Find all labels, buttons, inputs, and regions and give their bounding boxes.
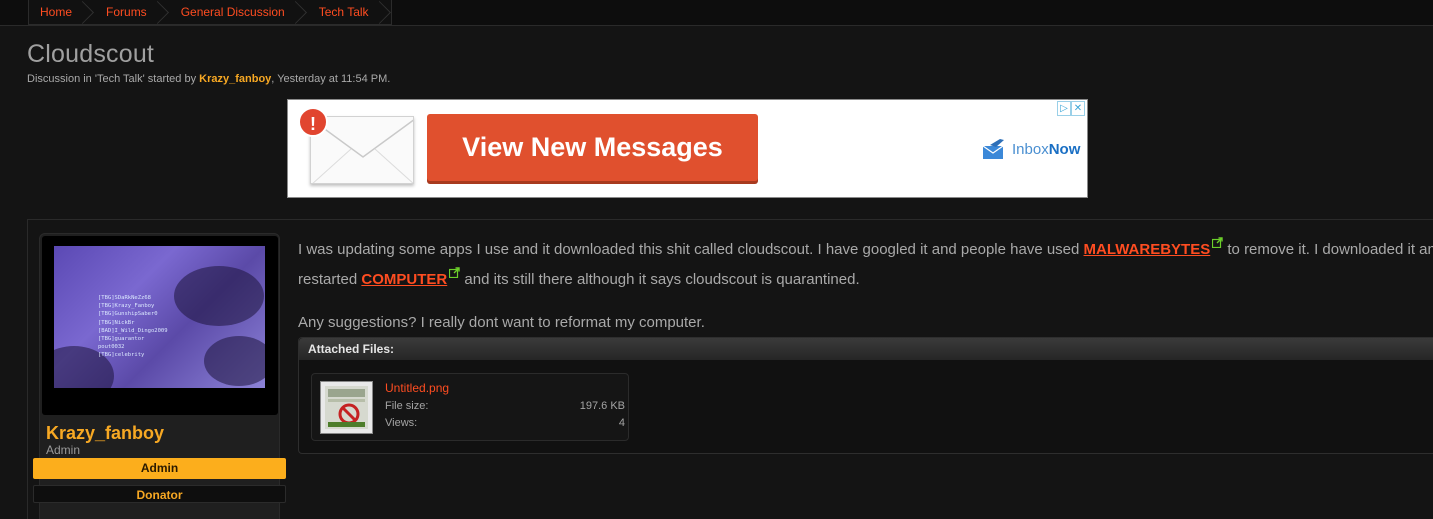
post-content: I was updating some apps I use and it do… <box>298 232 1433 335</box>
breadcrumb-forums[interactable]: Forums <box>94 0 169 25</box>
avatar-shape <box>174 266 264 326</box>
breadcrumb-separator-icon <box>379 0 393 25</box>
donator-banner: Donator <box>33 485 286 503</box>
malwarebytes-link[interactable]: MALWAREBYTES <box>1084 241 1211 258</box>
post-line: restarted COMPUTER and its still there a… <box>298 262 1433 292</box>
views-label: Views: <box>385 417 418 429</box>
breadcrumb-label: Home <box>40 5 73 19</box>
computer-link[interactable]: COMPUTER <box>361 271 447 288</box>
play-triangle-icon[interactable]: ▷ <box>1057 101 1071 116</box>
breadcrumb: Home Forums General Discussion Tech Talk <box>0 0 1433 26</box>
avatar-text: [TBG]NickBr <box>98 319 135 326</box>
avatar-player-list: [TBG]SDaRkNeZz68 [TBG]Krazy_Fanboy [TBG]… <box>98 294 168 360</box>
attachment-thumbnail[interactable] <box>320 381 373 434</box>
avatar-text: [TBG]GunshipSaber0 <box>98 311 158 318</box>
post-line: I was updating some apps I use and it do… <box>298 232 1433 262</box>
attached-files: Attached Files: Untitled.png File size: 1… <box>298 337 1433 454</box>
description-prefix: Discussion in 'Tech Talk' started by <box>27 73 200 85</box>
thumbnail-image <box>325 386 368 429</box>
external-link-icon <box>1212 232 1223 249</box>
avatar-text: [BAD]I_Wild_Dingo2009 <box>98 327 168 334</box>
breadcrumb-label: Tech Talk <box>318 5 369 19</box>
avatar[interactable]: [TBG]SDaRkNeZz68 [TBG]Krazy_Fanboy [TBG]… <box>42 236 278 415</box>
attachment-filename-link[interactable]: Untitled.png <box>385 381 449 395</box>
file-size-value: 197.6 KB <box>579 400 625 412</box>
attached-files-header: Attached Files: <box>299 338 1433 360</box>
avatar-shape <box>204 336 265 386</box>
attachment-views-row: Views: 4 <box>385 417 625 429</box>
breadcrumb-label: Forums <box>106 5 147 19</box>
post-text: to remove it. I downloaded it and restar… <box>1227 241 1433 258</box>
avatar-text: [TBG]celebrity <box>98 352 145 359</box>
attachment-item: Untitled.png File size: 197.6 KB Views: 4 <box>311 373 629 441</box>
attachment-size-row: File size: 197.6 KB <box>385 400 625 412</box>
post-line: Any suggestions? I really dont want to r… <box>298 314 705 331</box>
thread-description: Discussion in 'Tech Talk' started by Kra… <box>27 73 390 85</box>
user-title: Admin <box>46 443 81 457</box>
breadcrumb-general-discussion[interactable]: General Discussion <box>169 0 307 25</box>
brand-prefix: Inbox <box>1012 140 1049 158</box>
alert-badge-icon: ! <box>298 107 328 137</box>
avatar-text: pout0032 <box>98 344 125 351</box>
avatar-image: [TBG]SDaRkNeZz68 [TBG]Krazy_Fanboy [TBG]… <box>54 246 265 388</box>
description-suffix: , Yesterday at 11:54 PM. <box>271 73 391 85</box>
admin-banner: Admin <box>33 458 286 479</box>
avatar-text: [TBG]guarantor <box>98 336 145 343</box>
breadcrumb-label: General Discussion <box>180 5 285 19</box>
close-icon[interactable]: ✕ <box>1071 101 1085 116</box>
file-size-label: File size: <box>385 400 429 412</box>
external-link-icon <box>449 262 460 279</box>
advertisement-banner[interactable]: ! View New Messages Inbox Now ▷ ✕ <box>287 99 1088 198</box>
view-new-messages-button[interactable]: View New Messages <box>427 114 758 181</box>
username-link[interactable]: Krazy_fanboy <box>46 423 164 444</box>
post-text: I was updating some apps I use and it do… <box>298 241 1084 258</box>
avatar-text: [TBG]Krazy_Fanboy <box>98 303 155 310</box>
post-text: and its still there although it says clo… <box>460 271 860 288</box>
thread-author-link[interactable]: Krazy_fanboy <box>199 73 271 85</box>
avatar-text: [TBG]SDaRkNeZz68 <box>98 295 151 301</box>
brand-suffix: Now <box>1048 140 1081 158</box>
page-title: Cloudscout <box>27 40 155 68</box>
views-value: 4 <box>618 417 625 429</box>
breadcrumb-home[interactable]: Home <box>29 0 94 25</box>
plane-envelope-icon <box>982 138 1006 160</box>
adchoices[interactable]: ▷ ✕ <box>1057 101 1085 117</box>
breadcrumb-tech-talk[interactable]: Tech Talk <box>307 0 391 25</box>
inboxnow-logo: Inbox Now <box>982 136 1080 162</box>
post-text: restarted <box>298 271 362 288</box>
breadcrumb-trail: Home Forums General Discussion Tech Talk <box>28 0 392 25</box>
